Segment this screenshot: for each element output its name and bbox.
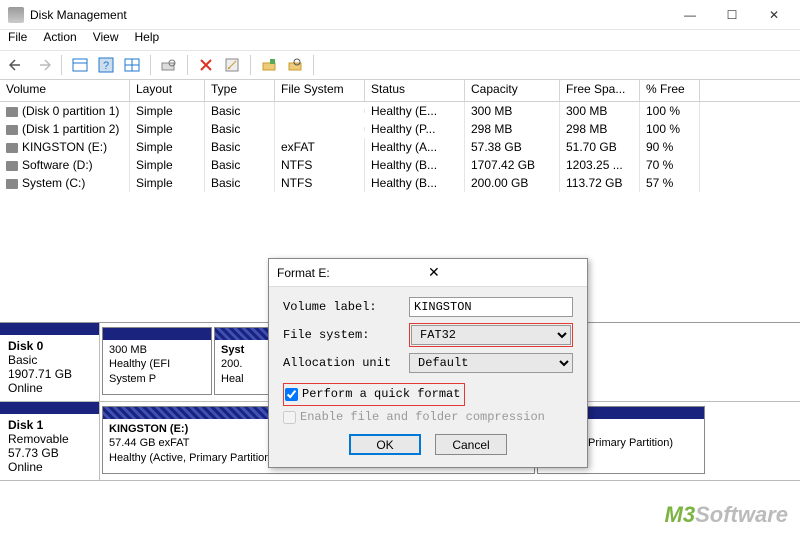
table-row[interactable]: Software (D:)SimpleBasicNTFSHealthy (B..…	[0, 156, 800, 174]
allocation-unit-label: Allocation unit	[283, 356, 409, 370]
titlebar: Disk Management — ☐ ✕	[0, 0, 800, 30]
rescan-icon[interactable]	[158, 54, 180, 76]
ok-button[interactable]: OK	[349, 434, 421, 455]
volume-list[interactable]: (Disk 0 partition 1)SimpleBasicHealthy (…	[0, 102, 800, 222]
col-status[interactable]: Status	[365, 80, 465, 101]
close-button[interactable]: ✕	[760, 5, 788, 25]
app-icon	[8, 7, 24, 23]
properties-icon[interactable]	[221, 54, 243, 76]
menubar: File Action View Help	[0, 30, 800, 50]
menu-view[interactable]: View	[93, 30, 119, 50]
search-icon[interactable]	[284, 54, 306, 76]
disk-info[interactable]: Disk 1Removable57.73 GBOnline	[0, 402, 100, 480]
svg-text:?: ?	[103, 60, 109, 72]
toolbar: ?	[0, 50, 800, 80]
panel-icon[interactable]	[69, 54, 91, 76]
dialog-close-button[interactable]: ✕	[428, 264, 579, 281]
table-row[interactable]: (Disk 1 partition 2)SimpleBasicHealthy (…	[0, 120, 800, 138]
menu-action[interactable]: Action	[43, 30, 76, 50]
disk-icon[interactable]	[258, 54, 280, 76]
cancel-button[interactable]: Cancel	[435, 434, 507, 455]
dialog-titlebar[interactable]: Format E: ✕	[269, 259, 587, 287]
compression-option: Enable file and folder compression	[283, 410, 573, 424]
col-filesystem[interactable]: File System	[275, 80, 365, 101]
window-title: Disk Management	[30, 8, 676, 22]
quick-format-checkbox[interactable]	[285, 388, 298, 401]
maximize-button[interactable]: ☐	[718, 5, 746, 25]
table-row[interactable]: KINGSTON (E:)SimpleBasicexFATHealthy (A.…	[0, 138, 800, 156]
help-icon[interactable]: ?	[95, 54, 117, 76]
col-layout[interactable]: Layout	[130, 80, 205, 101]
file-system-select[interactable]: FAT32	[411, 325, 571, 345]
watermark: M3Software	[665, 502, 788, 528]
menu-file[interactable]: File	[8, 30, 27, 50]
quick-format-option[interactable]: Perform a quick format	[285, 387, 460, 401]
volume-list-header: Volume Layout Type File System Status Ca…	[0, 80, 800, 102]
col-free[interactable]: Free Spa...	[560, 80, 640, 101]
disk-info[interactable]: Disk 0Basic1907.71 GBOnline	[0, 323, 100, 401]
col-pctfree[interactable]: % Free	[640, 80, 700, 101]
compression-checkbox	[283, 411, 296, 424]
volume-label-input[interactable]	[409, 297, 573, 317]
partition[interactable]: 300 MBHealthy (EFI System P	[102, 327, 212, 395]
table-row[interactable]: System (C:)SimpleBasicNTFSHealthy (B...2…	[0, 174, 800, 192]
delete-icon[interactable]	[195, 54, 217, 76]
volume-label-label: Volume label:	[283, 300, 409, 314]
table-row[interactable]: (Disk 0 partition 1)SimpleBasicHealthy (…	[0, 102, 800, 120]
menu-help[interactable]: Help	[135, 30, 160, 50]
forward-button[interactable]	[32, 54, 54, 76]
minimize-button[interactable]: —	[676, 5, 704, 25]
file-system-label: File system:	[283, 328, 409, 342]
allocation-unit-select[interactable]: Default	[409, 353, 573, 373]
format-dialog: Format E: ✕ Volume label: File system: F…	[268, 258, 588, 468]
col-volume[interactable]: Volume	[0, 80, 130, 101]
back-button[interactable]	[6, 54, 28, 76]
grid-icon[interactable]	[121, 54, 143, 76]
col-capacity[interactable]: Capacity	[465, 80, 560, 101]
col-type[interactable]: Type	[205, 80, 275, 101]
dialog-title: Format E:	[277, 266, 428, 280]
